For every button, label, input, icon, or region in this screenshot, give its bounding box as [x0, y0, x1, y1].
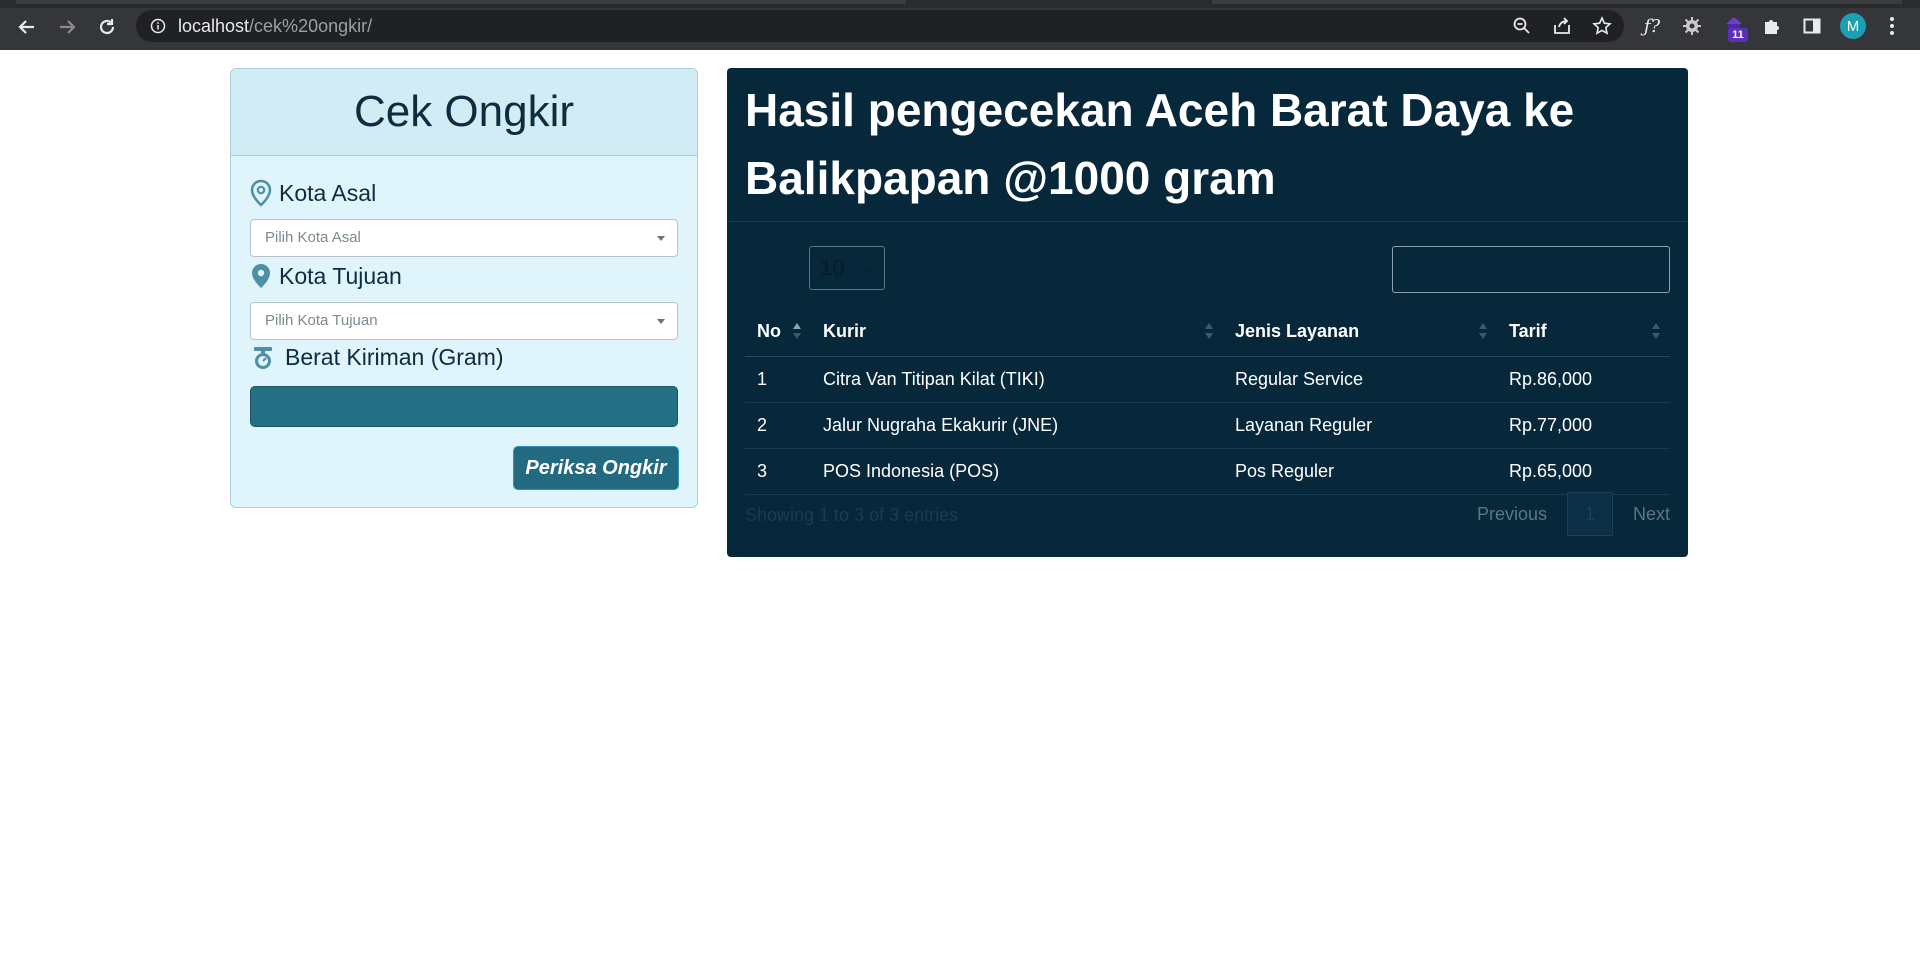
- column-header-jenis-layanan[interactable]: Jenis Layanan: [1223, 306, 1497, 357]
- cell-layanan: Regular Service: [1223, 356, 1497, 403]
- column-header-label: Jenis Layanan: [1235, 320, 1360, 341]
- previous-page-button[interactable]: Previous: [1477, 504, 1547, 525]
- table-info-text: Showing 1 to 3 of 3 entries: [745, 505, 959, 525]
- entries-per-page-value: 10: [820, 255, 845, 280]
- side-panel-icon: [1803, 18, 1821, 34]
- gear-icon: [1683, 17, 1701, 35]
- page-1-button[interactable]: 1: [1566, 492, 1613, 536]
- column-header-tarif[interactable]: Tarif: [1497, 306, 1670, 357]
- entries-per-page-select[interactable]: 10 ⌵: [809, 246, 885, 290]
- results-title: Hasil pengecekan Aceh Barat Daya ke Bali…: [745, 84, 1575, 204]
- back-button[interactable]: [12, 12, 42, 42]
- bookmark-star-icon[interactable]: [1592, 16, 1612, 36]
- sort-ascending-icon: [793, 323, 801, 341]
- reload-button[interactable]: [92, 12, 122, 42]
- share-icon[interactable]: [1552, 16, 1572, 36]
- weight-scale-icon: [254, 346, 272, 369]
- shipping-form-card: Cek Ongkir Kota Asal Pilih Kota Asal Kot…: [230, 68, 698, 508]
- destination-label: Kota Tujuan: [279, 262, 402, 289]
- cell-no: 2: [745, 402, 811, 449]
- sort-icon: [1479, 323, 1487, 341]
- column-header-label: Kurir: [823, 320, 867, 341]
- table-row: 2 Jalur Nugraha Ekakurir (JNE) Layanan R…: [745, 402, 1670, 449]
- formula-extension-icon[interactable]: ƒ?: [1640, 14, 1664, 38]
- back-arrow-icon: [18, 20, 34, 34]
- zoom-icon[interactable]: [1512, 16, 1532, 36]
- table-search-input[interactable]: [1392, 246, 1670, 293]
- cell-no: 3: [745, 448, 811, 495]
- gear-extension-icon[interactable]: [1680, 14, 1704, 38]
- extensions-puzzle-icon[interactable]: [1760, 14, 1784, 38]
- url-host: localhost: [178, 16, 250, 36]
- results-table: No Kurir Jenis Layanan Tarif 1 Citra Van…: [745, 306, 1670, 495]
- origin-label: Kota Asal: [279, 179, 377, 206]
- destination-select[interactable]: Pilih Kota Tujuan: [250, 302, 678, 340]
- destination-label-row: Kota Tujuan: [249, 262, 402, 290]
- map-pin-outline-icon: [250, 179, 272, 207]
- origin-select[interactable]: Pilih Kota Asal: [250, 219, 678, 257]
- origin-select-placeholder: Pilih Kota Asal: [265, 229, 361, 246]
- cell-kurir: Citra Van Titipan Kilat (TIKI): [811, 356, 1223, 403]
- forward-button[interactable]: [52, 12, 82, 42]
- table-header-row: No Kurir Jenis Layanan Tarif: [745, 306, 1670, 357]
- next-page-button[interactable]: Next: [1633, 504, 1670, 525]
- url-path: /cek%20ongkir/: [249, 16, 373, 36]
- pagination: Previous 1 Next: [1477, 492, 1670, 536]
- profile-avatar[interactable]: M: [1840, 13, 1866, 39]
- form-header: Cek Ongkir: [231, 69, 697, 156]
- column-header-no[interactable]: No: [745, 306, 811, 357]
- cell-kurir: POS Indonesia (POS): [811, 448, 1223, 495]
- extension-badge: 11: [1728, 28, 1748, 42]
- column-header-kurir[interactable]: Kurir: [811, 306, 1223, 357]
- column-header-label: No: [757, 320, 781, 341]
- cell-layanan: Layanan Reguler: [1223, 402, 1497, 449]
- results-card: Hasil pengecekan Aceh Barat Daya ke Bali…: [727, 68, 1688, 557]
- browser-menu-icon[interactable]: [1886, 12, 1898, 40]
- results-divider: [727, 221, 1688, 222]
- check-shipping-button[interactable]: Periksa Ongkir: [513, 446, 679, 490]
- weight-label: Berat Kiriman (Gram): [285, 344, 504, 370]
- column-header-label: Tarif: [1509, 320, 1547, 341]
- table-row: 3 POS Indonesia (POS) Pos Reguler Rp.65,…: [745, 448, 1670, 495]
- cell-tarif: Rp.77,000: [1497, 402, 1670, 449]
- cell-tarif: Rp.86,000: [1497, 356, 1670, 403]
- sort-icon: [1652, 323, 1660, 341]
- tab-edge: [16, 0, 906, 4]
- destination-select-placeholder: Pilih Kota Tujuan: [265, 312, 378, 329]
- table-row: 1 Citra Van Titipan Kilat (TIKI) Regular…: [745, 356, 1670, 403]
- chevron-down-icon: [657, 236, 665, 241]
- origin-label-row: Kota Asal: [249, 179, 376, 207]
- chevron-down-icon: ⌵: [864, 261, 874, 275]
- sort-icon: [1205, 323, 1213, 341]
- side-panel-button[interactable]: [1800, 14, 1824, 38]
- site-info-icon[interactable]: [150, 18, 166, 34]
- cell-tarif: Rp.65,000: [1497, 448, 1670, 495]
- reload-icon: [99, 19, 115, 35]
- weight-input[interactable]: [250, 386, 678, 427]
- address-bar[interactable]: localhost/cek%20ongkir/: [136, 10, 1624, 42]
- map-pin-filled-icon: [252, 264, 270, 288]
- tab-edge: [1212, 0, 1902, 4]
- browser-toolbar: localhost/cek%20ongkir/ ƒ? 11 M: [0, 0, 1920, 50]
- chevron-down-icon: [657, 319, 665, 324]
- weight-label-row: Berat Kiriman (Gram): [251, 344, 504, 371]
- forward-arrow-icon: [60, 20, 76, 34]
- form-title: Cek Ongkir: [353, 87, 575, 136]
- cell-kurir: Jalur Nugraha Ekakurir (JNE): [811, 402, 1223, 449]
- cell-layanan: Pos Reguler: [1223, 448, 1497, 495]
- url-text[interactable]: localhost/cek%20ongkir/: [178, 16, 372, 37]
- cell-no: 1: [745, 356, 811, 403]
- puzzle-icon: [1765, 20, 1779, 34]
